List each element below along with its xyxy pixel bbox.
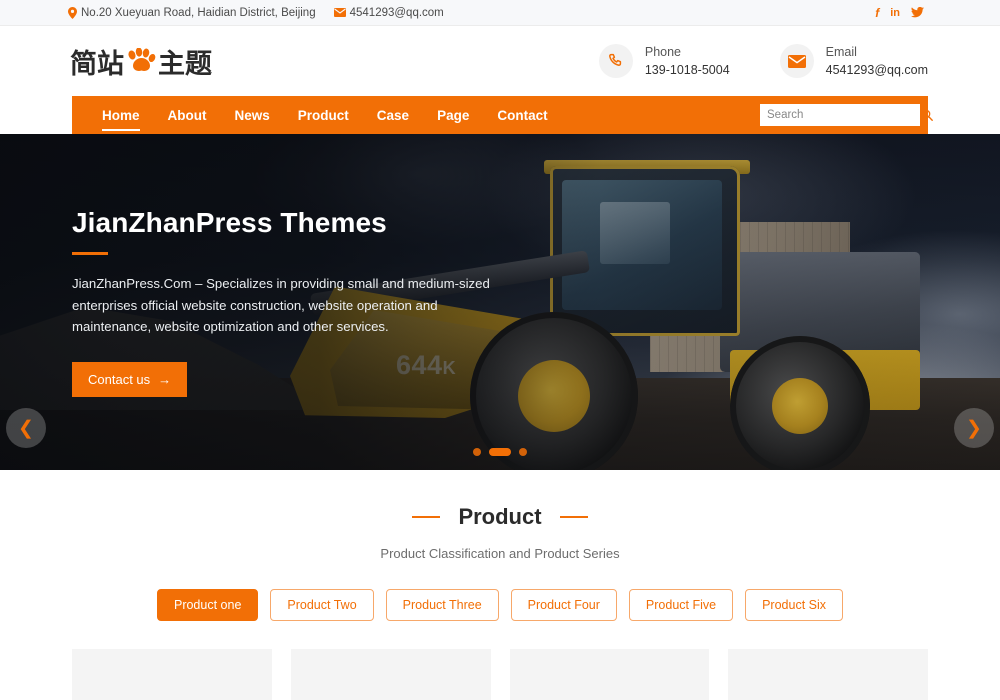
logo-text-left: 简站	[70, 48, 124, 79]
carousel-dot-3[interactable]	[519, 448, 527, 456]
nav-wrapper: Home About News Product Case Page Contac…	[0, 96, 1000, 134]
contact-us-label: Contact us	[88, 371, 151, 387]
search-input[interactable]	[767, 109, 921, 121]
product-card-2[interactable]	[290, 649, 491, 700]
social-links: f in	[875, 6, 984, 20]
nav-item-page[interactable]: Page	[423, 96, 483, 134]
carousel-next-button[interactable]: ❯	[954, 408, 994, 448]
site-logo[interactable]: 简站 主题	[70, 42, 212, 81]
product-section: Product Product Classification and Produ…	[0, 470, 1000, 700]
filter-product-five[interactable]: Product Five	[628, 589, 734, 621]
email-value: 4541293@qq.com	[825, 63, 928, 77]
carousel-prev-button[interactable]: ❮	[6, 408, 46, 448]
search-icon[interactable]	[921, 109, 933, 121]
address-info: No.20 Xueyuan Road, Haidian District, Be…	[68, 6, 316, 19]
header-phone-text: Phone 139-1018-5004	[645, 43, 730, 79]
nav-item-news[interactable]: News	[221, 96, 284, 134]
filter-product-six[interactable]: Product Six	[745, 589, 844, 621]
chevron-left-icon: ❮	[18, 417, 34, 439]
product-subtitle: Product Classification and Product Serie…	[380, 546, 620, 561]
header-email-text: Email 4541293@qq.com	[826, 43, 928, 79]
nav-items: Home About News Product Case Page Contac…	[88, 96, 562, 134]
nav-item-about[interactable]: About	[154, 96, 221, 134]
twitter-icon[interactable]	[911, 7, 924, 18]
address-text: No.20 Xueyuan Road, Haidian District, Be…	[81, 6, 316, 19]
nav-item-product[interactable]: Product	[284, 96, 363, 134]
nav-item-home[interactable]: Home	[88, 96, 154, 134]
phone-icon	[598, 44, 633, 78]
filter-product-four[interactable]: Product Four	[510, 589, 617, 621]
hero-description: JianZhanPress.Com – Specializes in provi…	[72, 276, 490, 335]
hero-carousel: 644K JianZhanPress Themes JianZhanPress.…	[0, 134, 1000, 470]
chevron-right-icon: ❯	[966, 417, 982, 439]
carousel-dots	[0, 448, 1000, 456]
main-navigation: Home About News Product Case Page Contac…	[72, 96, 933, 134]
phone-value: 139-1018-5004	[644, 63, 730, 77]
email-info: 4541293@qq.com	[333, 6, 444, 19]
product-section-heading: Product	[0, 504, 1000, 530]
filter-product-three[interactable]: Product Three	[385, 589, 499, 621]
phone-label: Phone	[644, 44, 682, 59]
linkedin-icon[interactable]: in	[890, 7, 900, 19]
heading-dash-right	[559, 516, 588, 518]
envelope-icon	[779, 44, 814, 78]
paw-print-icon	[126, 48, 156, 74]
header-contact-group: Phone 139-1018-5004 Email 4541293@qq.com	[598, 43, 930, 79]
carousel-dot-2[interactable]	[489, 448, 511, 456]
logo-text-right: 主题	[158, 48, 212, 79]
product-title: Product	[458, 504, 542, 529]
facebook-icon[interactable]: f	[875, 6, 879, 20]
product-card-grid	[0, 649, 1000, 700]
nav-item-case[interactable]: Case	[363, 96, 423, 134]
product-filter-tabs: Product one Product Two Product Three Pr…	[0, 589, 1000, 621]
hero-accent-rule	[72, 252, 108, 256]
email-text: 4541293@qq.com	[349, 6, 444, 19]
product-card-4[interactable]	[728, 649, 928, 700]
heading-dash-left	[412, 516, 441, 518]
hero-content: JianZhanPress Themes JianZhanPress.Com –…	[72, 134, 632, 470]
product-card-1[interactable]	[72, 649, 272, 700]
hero-title: JianZhanPress Themes	[72, 207, 387, 239]
email-label: Email	[825, 44, 857, 59]
top-info-bar: No.20 Xueyuan Road, Haidian District, Be…	[0, 0, 1000, 26]
nav-item-contact[interactable]: Contact	[483, 96, 561, 134]
filter-product-two[interactable]: Product Two	[270, 589, 374, 621]
header-phone-block: Phone 139-1018-5004	[598, 43, 730, 79]
search-box[interactable]	[760, 104, 933, 126]
map-pin-icon	[68, 6, 77, 19]
site-header: 简站 主题 Phone 139-1018-5004 Email 4541293@…	[0, 26, 1000, 96]
product-card-3[interactable]	[509, 649, 710, 700]
envelope-icon	[333, 8, 346, 17]
contact-us-button[interactable]: Contact us →	[72, 361, 188, 397]
arrow-right-icon: →	[158, 371, 172, 387]
filter-product-one[interactable]: Product one	[156, 589, 259, 621]
header-email-block: Email 4541293@qq.com	[779, 43, 928, 79]
carousel-dot-1[interactable]	[473, 448, 481, 456]
